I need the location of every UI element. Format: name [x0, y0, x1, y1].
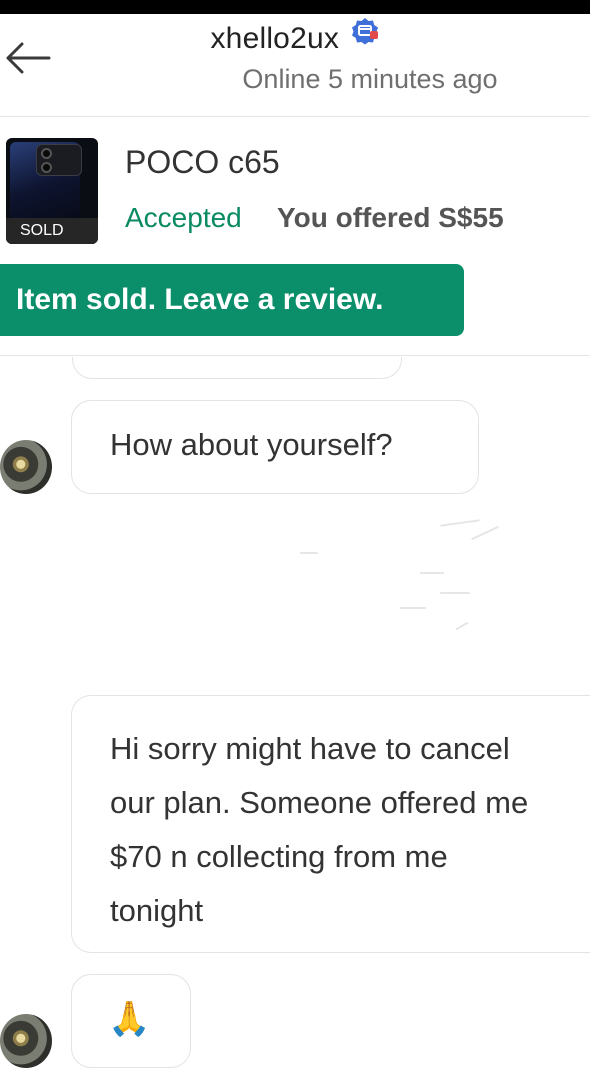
message-bubble: How about yourself? [71, 400, 479, 494]
smudge-mark [455, 621, 469, 631]
item-title[interactable]: POCO c65 [125, 144, 280, 181]
smudge-mark [300, 552, 318, 554]
chat-header: xhello2ux Online 5 minutes ago [0, 14, 590, 117]
product-thumbnail[interactable]: SOLD [6, 138, 98, 244]
avatar[interactable] [0, 440, 52, 494]
leave-review-button[interactable]: Item sold. Leave a review. [0, 264, 464, 336]
message-bubble: Hi sorry might have to cancel our plan. … [71, 695, 590, 953]
smudge-mark [470, 525, 500, 541]
smudge-mark [420, 572, 444, 574]
listing-card: SOLD POCO c65 Accepted You offered S$55 … [0, 118, 590, 356]
previous-message-bubble [72, 357, 402, 379]
smudge-mark [440, 519, 480, 527]
username[interactable]: xhello2ux [210, 22, 339, 55]
username-row: xhello2ux [0, 16, 590, 56]
status-bar [0, 0, 590, 14]
verified-badge-icon [351, 18, 378, 45]
offer-status: Accepted [125, 202, 242, 233]
offer-amount: You offered S$55 [277, 202, 504, 233]
message-bubble: 🙏 [71, 974, 191, 1068]
online-status: Online 5 minutes ago [242, 64, 498, 94]
smudge-mark [400, 607, 426, 609]
camera-module [36, 144, 82, 176]
avatar[interactable] [0, 1014, 52, 1068]
message-list[interactable]: How about yourself? Hi sorry might have … [0, 357, 590, 1080]
sold-tag: SOLD [6, 218, 98, 244]
smudge-mark [440, 592, 470, 594]
